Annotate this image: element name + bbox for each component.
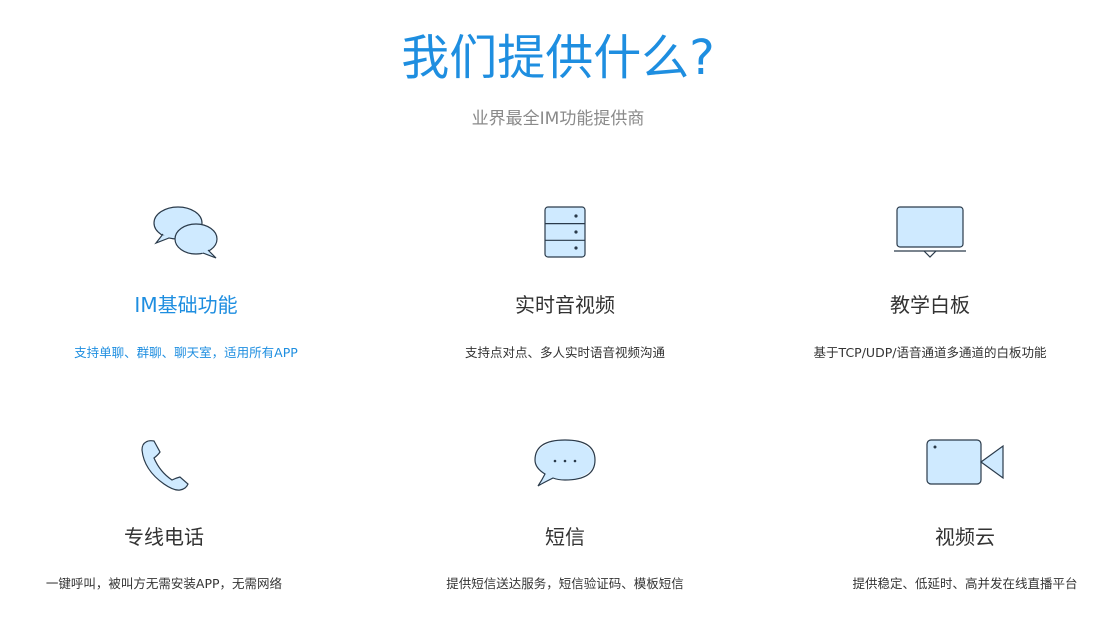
feature-name: 专线电话 bbox=[124, 525, 204, 549]
feature-name: 视频云 bbox=[935, 525, 995, 549]
phone-icon bbox=[0, 434, 350, 494]
feature-name: 教学白板 bbox=[890, 293, 970, 317]
feature-desc: 支持单聊、群聊、聊天室，适用所有APP bbox=[74, 345, 298, 360]
page: 我们提供什么? 业界最全IM功能提供商 IM基础功能 支持单聊、群聊、聊天室，适… bbox=[0, 0, 1116, 630]
feature-desc: 支持点对点、多人实时语音视频沟通 bbox=[464, 345, 665, 360]
feature-name: 短信 bbox=[545, 525, 585, 549]
video-camera-icon bbox=[779, 434, 1116, 494]
server-icon bbox=[379, 201, 751, 261]
feature-name: IM基础功能 bbox=[134, 293, 238, 317]
feature-name: 实时音视频 bbox=[515, 293, 615, 317]
page-subtitle: 业界最全IM功能提供商 bbox=[471, 109, 645, 129]
chat-bubbles-icon bbox=[0, 201, 372, 261]
feature-desc: 提供短信送达服务，短信验证码、模板短信 bbox=[446, 576, 684, 591]
feature-desc: 基于TCP/UDP/语音通道多通道的白板功能 bbox=[813, 345, 1047, 360]
page-title: 我们提供什么? bbox=[401, 30, 715, 86]
message-bubble-icon bbox=[379, 434, 751, 494]
feature-desc: 一键呼叫，被叫方无需安装APP，无需网络 bbox=[45, 576, 283, 591]
feature-desc: 提供稳定、低延时、高并发在线直播平台 bbox=[852, 576, 1078, 591]
whiteboard-icon bbox=[744, 201, 1116, 261]
